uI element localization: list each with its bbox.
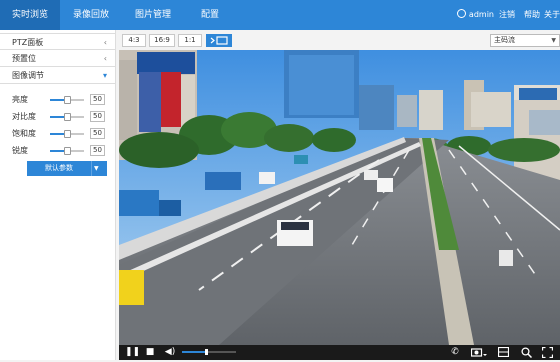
chevron-down-icon[interactable]: ▼ bbox=[94, 161, 99, 176]
fullscreen-icon[interactable] bbox=[541, 346, 553, 359]
slider-track[interactable] bbox=[50, 147, 84, 155]
slider-label: 锐度 bbox=[12, 146, 28, 155]
preset-header[interactable]: 预置位 ‹ bbox=[0, 50, 115, 67]
left-panel: PTZ面板 ‹ 预置位 ‹ 图像调节 ▾ 亮度 50 对比度 50 饱和度 50 锐度 50 … bbox=[0, 30, 116, 360]
chevron-left-icon: ‹ bbox=[103, 38, 107, 47]
slider-knob[interactable] bbox=[63, 96, 71, 104]
ptz-panel-label: PTZ面板 bbox=[12, 38, 44, 47]
slider-track[interactable] bbox=[50, 130, 84, 138]
stream-type-select[interactable]: 主码流 ▼ bbox=[490, 34, 560, 47]
video-toolbar: 4:3 16:9 1:1 主码流 ▼ bbox=[119, 34, 560, 50]
slider-track[interactable] bbox=[50, 113, 84, 121]
tab-picture-management[interactable]: 图片管理 bbox=[122, 0, 184, 30]
playback-control-bar: ❚❚ ■ ◀) ✆ bbox=[119, 345, 560, 360]
about-link[interactable]: 关于 bbox=[544, 10, 560, 19]
image-slider-row: 锐度 50 bbox=[0, 142, 115, 159]
ratio-1-1-button[interactable]: 1:1 bbox=[178, 34, 202, 47]
slider-knob[interactable] bbox=[63, 147, 71, 155]
user-icon bbox=[456, 9, 466, 18]
ratio-16-9-button[interactable]: 16:9 bbox=[149, 34, 175, 47]
tab-configuration[interactable]: 配置 bbox=[184, 0, 236, 30]
chevron-down-icon: ▾ bbox=[102, 71, 107, 80]
slider-label: 亮度 bbox=[12, 95, 28, 104]
chevron-left-icon: ‹ bbox=[103, 54, 107, 63]
slider-value-input[interactable]: 50 bbox=[90, 145, 105, 156]
slider-label: 对比度 bbox=[12, 112, 36, 121]
live-video-view[interactable] bbox=[119, 50, 560, 345]
username: admin bbox=[468, 10, 494, 19]
ratio-4-3-button[interactable]: 4:3 bbox=[122, 34, 146, 47]
chevron-down-icon: ▼ bbox=[551, 37, 556, 44]
help-link[interactable]: 帮助 bbox=[524, 10, 540, 19]
ptz-panel-header[interactable]: PTZ面板 ‹ bbox=[0, 33, 115, 50]
volume-icon[interactable]: ◀) bbox=[164, 347, 176, 358]
slider-knob[interactable] bbox=[63, 113, 71, 121]
talk-icon[interactable]: ✆ bbox=[449, 347, 461, 358]
tab-playback[interactable]: 录像回放 bbox=[60, 0, 122, 30]
zoom-glyph bbox=[520, 347, 532, 359]
zoom-icon[interactable] bbox=[520, 347, 532, 359]
image-adjust-label: 图像调节 bbox=[12, 71, 44, 80]
tab-live-view[interactable]: 实时浏览 bbox=[0, 0, 60, 30]
pause-icon[interactable]: ❚❚ bbox=[125, 347, 140, 358]
volume-fill bbox=[182, 351, 207, 353]
slider-label: 饱和度 bbox=[12, 129, 36, 138]
image-adjust-header[interactable]: 图像调节 ▾ bbox=[0, 67, 115, 84]
stream-type-value: 主码流 bbox=[494, 36, 515, 44]
stop-icon[interactable]: ■ bbox=[145, 347, 155, 358]
user-area: admin 注销 帮助 关于 bbox=[452, 0, 560, 30]
record-glyph bbox=[497, 346, 509, 358]
fit-window-button[interactable] bbox=[206, 34, 232, 47]
capture-glyph bbox=[470, 348, 487, 357]
volume-slider[interactable] bbox=[182, 349, 236, 355]
slider-track[interactable] bbox=[50, 96, 84, 104]
volume-knob[interactable] bbox=[205, 349, 209, 355]
preset-label: 预置位 bbox=[12, 54, 36, 63]
record-icon[interactable] bbox=[497, 346, 509, 358]
slider-value-input[interactable]: 50 bbox=[90, 111, 105, 122]
logout-link[interactable]: 注销 bbox=[499, 10, 515, 19]
city-street-video-frame bbox=[119, 50, 560, 345]
fullscreen-glyph bbox=[541, 346, 553, 359]
image-slider-row: 对比度 50 bbox=[0, 108, 115, 125]
divider bbox=[91, 161, 92, 176]
image-slider-row: 饱和度 50 bbox=[0, 125, 115, 142]
top-nav-bar: 实时浏览 录像回放 图片管理 配置 admin 注销 帮助 关于 bbox=[0, 0, 560, 30]
default-params-label: 默认参数 bbox=[45, 164, 73, 172]
fit-window-icon bbox=[210, 36, 228, 45]
image-slider-row: 亮度 50 bbox=[0, 91, 115, 108]
slider-knob[interactable] bbox=[63, 130, 71, 138]
default-params-button[interactable]: 默认参数 ▼ bbox=[27, 161, 107, 176]
slider-value-input[interactable]: 50 bbox=[90, 128, 105, 139]
slider-value-input[interactable]: 50 bbox=[90, 94, 105, 105]
capture-icon[interactable] bbox=[470, 347, 487, 358]
